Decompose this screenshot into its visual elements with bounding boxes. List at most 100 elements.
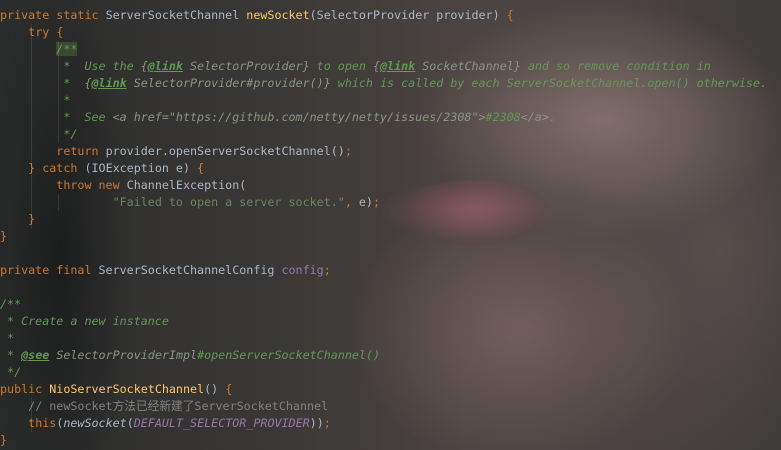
code-editor[interactable]: private static ServerSocketChannel newSo… — [0, 7, 781, 449]
code-token: ( — [126, 416, 134, 430]
code-token: } catch — [28, 161, 85, 175]
code-line[interactable]: * See <a href="https://github.com/netty/… — [0, 109, 781, 126]
indent-guide — [31, 126, 32, 143]
code-token: e) — [358, 195, 373, 209]
indent-guide — [58, 58, 59, 75]
code-token: ChannelException( — [126, 178, 247, 192]
code-line[interactable]: this(newSocket(DEFAULT_SELECTOR_PROVIDER… — [0, 415, 781, 432]
code-line[interactable]: */ — [0, 364, 781, 381]
code-line[interactable]: * Create a new instance — [0, 313, 781, 330]
code-token: NioServerSocketChannel — [49, 382, 205, 396]
code-line[interactable]: /** — [0, 41, 781, 58]
code-line[interactable]: * — [0, 330, 781, 347]
code-token: provider.openServerSocketChannel() — [105, 144, 345, 158]
code-line[interactable]: } catch (IOException e) { — [0, 160, 781, 177]
code-token: SocketChannel} — [415, 59, 521, 73]
indent-guide — [31, 398, 32, 415]
code-token: and so remove condition in — [520, 59, 711, 73]
code-line[interactable]: "Failed to open a server socket.", e); — [0, 194, 781, 211]
code-line[interactable]: * @see SelectorProviderImpl#openServerSo… — [0, 347, 781, 364]
code-token: <a href="https://github.com/netty/netty/… — [112, 110, 486, 124]
code-token: * — [0, 76, 85, 90]
indent-guide — [58, 75, 59, 92]
indent-guide — [31, 194, 32, 211]
indent-guide — [31, 177, 32, 194]
code-line[interactable]: } — [0, 228, 781, 245]
code-token: { — [56, 25, 64, 39]
code-line[interactable]: private final ServerSocketChannelConfig … — [0, 262, 781, 279]
code-token: { — [197, 161, 205, 175]
code-token: { — [225, 382, 233, 396]
code-token: ; — [344, 144, 352, 158]
indent-guide — [31, 92, 32, 109]
code-line[interactable]: try { — [0, 24, 781, 41]
code-line[interactable]: // newSocket方法已经新建了ServerSocketChannel — [0, 398, 781, 415]
code-token: return — [56, 144, 106, 158]
indent-guide — [58, 92, 59, 109]
indent-guide — [31, 109, 32, 126]
code-line[interactable]: private static ServerSocketChannel newSo… — [0, 7, 781, 24]
indent-guide — [58, 126, 59, 143]
indent-guide — [58, 109, 59, 126]
code-token: { — [372, 59, 381, 73]
code-token: which is called by each ServerSocketChan… — [330, 76, 768, 90]
code-token: public — [0, 382, 50, 396]
code-token: { — [140, 59, 148, 73]
code-line[interactable]: } — [0, 432, 781, 449]
code-line[interactable] — [0, 245, 781, 262]
code-token: #2308 — [485, 110, 521, 124]
code-token: newSocket — [63, 416, 127, 430]
code-token: private static — [0, 8, 106, 22]
code-line[interactable]: /** — [0, 296, 781, 313]
code-line[interactable] — [0, 279, 781, 296]
code-line[interactable]: * — [0, 92, 781, 109]
code-line[interactable]: return provider.openServerSocketChannel(… — [0, 143, 781, 160]
code-line[interactable]: public NioServerSocketChannel() { — [0, 381, 781, 398]
code-token: } — [0, 433, 8, 447]
code-token: { — [84, 76, 92, 90]
code-token: newSocket — [246, 8, 310, 22]
code-line[interactable]: * Use the {@link SelectorProvider} to op… — [0, 58, 781, 75]
code-token: * Use the — [0, 59, 141, 73]
code-token: () — [204, 382, 226, 396]
code-line[interactable]: * {@link SelectorProvider#provider()} wh… — [0, 75, 781, 92]
code-token: * — [0, 348, 22, 362]
code-token: , — [344, 195, 359, 209]
code-token: ; — [372, 195, 381, 209]
code-token: #openServerSocketChannel() — [197, 348, 381, 362]
code-token: ; — [323, 263, 331, 277]
code-token: ServerSocketChannel — [105, 8, 247, 22]
code-token: * — [0, 93, 71, 107]
indent-guide — [31, 415, 32, 432]
code-token: ; — [323, 416, 331, 430]
code-token: ServerSocketChannelConfig — [98, 263, 282, 277]
code-token: SelectorProviderImpl — [49, 348, 198, 362]
code-token: /** — [56, 42, 78, 56]
code-token: SelectorProvider} — [182, 59, 310, 73]
code-token: private final — [0, 263, 99, 277]
code-line[interactable]: } — [0, 211, 781, 228]
code-token: */ — [0, 365, 22, 379]
code-token: * — [0, 331, 15, 345]
indent-guide — [31, 160, 32, 177]
indent-guide — [31, 75, 32, 92]
indent-guide — [31, 41, 32, 58]
code-token: @link — [380, 59, 416, 73]
code-token: /** — [0, 297, 22, 311]
code-token: config — [281, 263, 324, 277]
code-token: // newSocket方法已经新建了ServerSocketChannel — [28, 399, 329, 413]
code-token: @link — [91, 76, 127, 90]
code-token: */ — [0, 127, 78, 141]
indent-guide — [58, 41, 59, 58]
code-line[interactable]: throw new ChannelException( — [0, 177, 781, 194]
code-token: try — [28, 25, 57, 39]
indent-guide — [31, 24, 32, 41]
code-line[interactable]: */ — [0, 126, 781, 143]
